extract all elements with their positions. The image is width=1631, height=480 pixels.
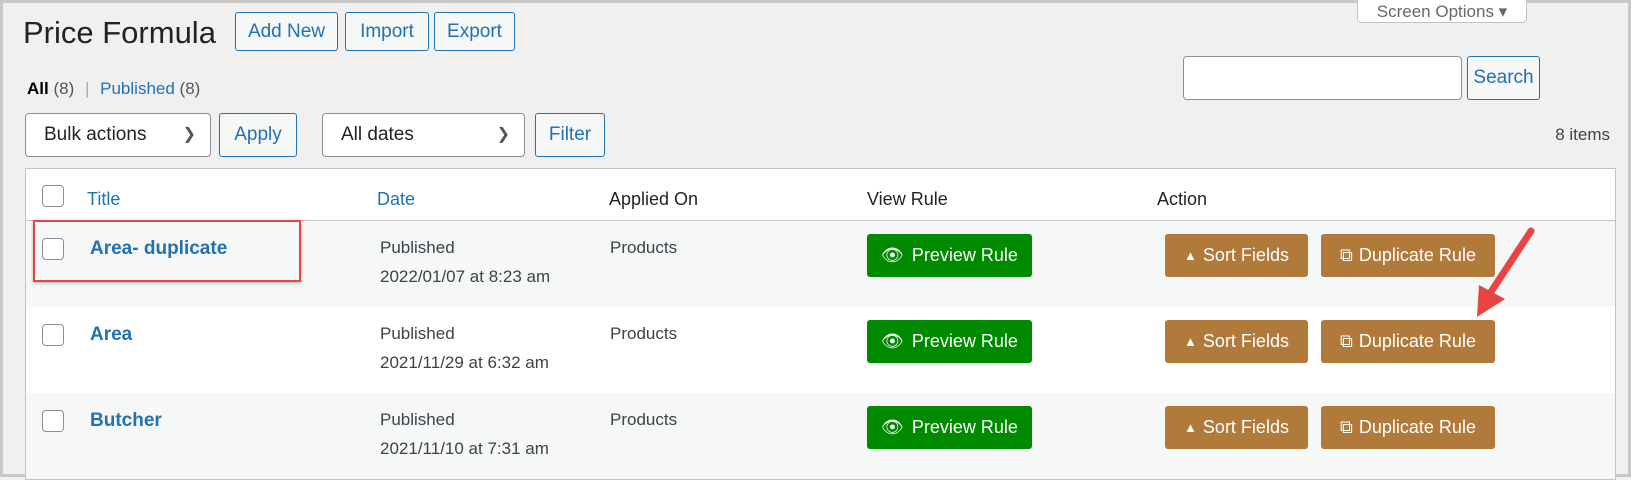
view-all[interactable]: All — [27, 79, 49, 98]
select-all-checkbox[interactable] — [42, 185, 64, 207]
import-button[interactable]: Import — [345, 12, 429, 51]
sort-icon: ▲︎ — [1184, 420, 1197, 435]
sort-icon: ▲︎ — [1184, 334, 1197, 349]
row-status: Published — [380, 324, 455, 343]
search-button[interactable]: Search — [1467, 56, 1540, 100]
eye-icon: 👁 — [881, 417, 904, 437]
export-button[interactable]: Export — [434, 12, 515, 51]
row-date: 2021/11/29 at 6:32 am — [380, 353, 549, 372]
row-date: 2021/11/10 at 7:31 am — [380, 439, 549, 458]
arrow-annotation-icon — [1477, 227, 1535, 317]
page-title: Price Formula — [23, 15, 216, 50]
preview-rule-button[interactable]: 👁 Preview Rule — [867, 234, 1032, 277]
eye-icon: 👁 — [881, 331, 904, 351]
row-status: Published — [380, 238, 455, 257]
chevron-down-icon: ❯ — [496, 126, 510, 143]
items-count: 8 items — [1555, 125, 1610, 144]
row-title-link[interactable]: Butcher — [90, 406, 162, 435]
row-applied-on: Products — [610, 410, 678, 429]
rules-table: Title Date Applied On View Rule Action A… — [25, 168, 1616, 480]
table-row: Butcher Published 2021/11/10 at 7:31 am … — [26, 393, 1615, 479]
row-applied-on: Products — [610, 324, 678, 343]
view-filters: All (8) | Published (8) — [27, 79, 201, 98]
view-published[interactable]: Published — [100, 79, 175, 98]
bulk-actions-select[interactable]: Bulk actions ❯ — [25, 113, 211, 157]
search-input[interactable] — [1183, 56, 1462, 100]
preview-rule-button[interactable]: 👁 Preview Rule — [867, 406, 1032, 449]
copy-icon: ⧉ — [1340, 245, 1353, 265]
sort-fields-button[interactable]: ▲︎ Sort Fields — [1165, 234, 1308, 277]
row-checkbox[interactable] — [42, 324, 64, 346]
row-date: 2022/01/07 at 8:23 am — [380, 267, 551, 286]
add-new-button[interactable]: Add New — [235, 12, 338, 51]
filter-button[interactable]: Filter — [535, 113, 605, 157]
highlight-box — [33, 220, 301, 282]
sort-fields-button[interactable]: ▲︎ Sort Fields — [1165, 406, 1308, 449]
table-row: Area Published 2021/11/29 at 6:32 am Pro… — [26, 307, 1615, 393]
col-date[interactable]: Date — [377, 189, 415, 210]
row-title-link[interactable]: Area — [90, 320, 132, 349]
duplicate-rule-button[interactable]: ⧉ Duplicate Rule — [1321, 320, 1495, 363]
col-title[interactable]: Title — [87, 189, 120, 210]
copy-icon: ⧉ — [1340, 417, 1353, 437]
eye-icon: 👁 — [881, 245, 904, 265]
sort-icon: ▲︎ — [1184, 248, 1197, 263]
col-applied-on: Applied On — [609, 189, 699, 209]
table-header: Title Date Applied On View Rule Action — [26, 169, 1615, 221]
duplicate-rule-button[interactable]: ⧉ Duplicate Rule — [1321, 406, 1495, 449]
preview-rule-button[interactable]: 👁 Preview Rule — [867, 320, 1032, 363]
chevron-down-icon: ❯ — [182, 126, 196, 143]
sort-fields-button[interactable]: ▲︎ Sort Fields — [1165, 320, 1308, 363]
row-checkbox[interactable] — [42, 410, 64, 432]
screen-options-button[interactable]: Screen Options ▾ — [1357, 0, 1527, 23]
col-action: Action — [1157, 189, 1208, 209]
col-view-rule: View Rule — [867, 189, 948, 209]
row-status: Published — [380, 410, 455, 429]
row-applied-on: Products — [610, 238, 678, 257]
dates-select[interactable]: All dates ❯ — [322, 113, 525, 157]
copy-icon: ⧉ — [1340, 331, 1353, 351]
apply-button[interactable]: Apply — [219, 113, 297, 157]
